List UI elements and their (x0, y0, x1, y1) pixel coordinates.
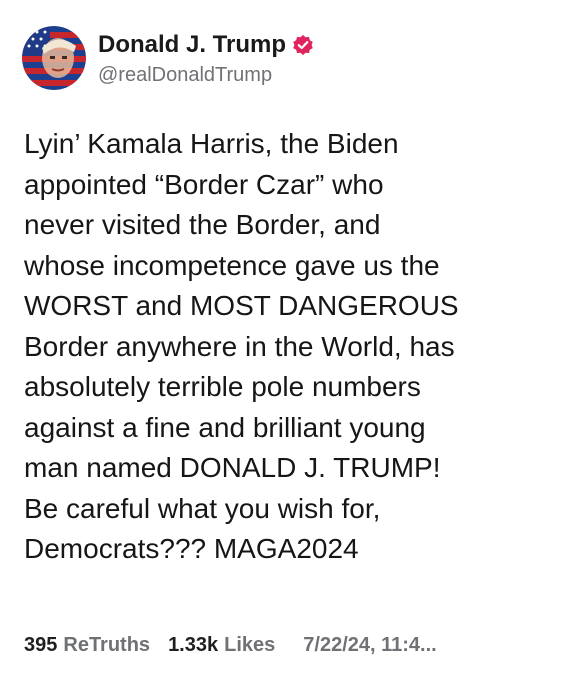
post-line: Border anywhere in the World, has (24, 330, 455, 362)
post-line: WORST and MOST DANGEROUS (24, 290, 459, 321)
name-row: Donald J. Trump (98, 30, 314, 60)
post-line: Democrats??? MAGA2024 (24, 533, 359, 564)
post-line: man named DONALD J. TRUMP! (24, 452, 441, 483)
author-block: Donald J. Trump @realDonaldTrump (98, 30, 314, 87)
display-name[interactable]: Donald J. Trump (98, 31, 286, 59)
likes-count: 1.33k (168, 634, 219, 656)
handle[interactable]: @realDonaldTrump (98, 64, 314, 87)
post-timestamp[interactable]: 7/22/24, 11:4... (303, 634, 436, 657)
post-header: Donald J. Trump @realDonaldTrump (22, 26, 314, 90)
likes-stat[interactable]: 1.33k Likes (168, 634, 275, 657)
post-line: against a fine and brilliant young (24, 411, 426, 443)
likes-label: Likes (224, 634, 276, 656)
post-line: appointed “Border Czar” who (24, 168, 384, 200)
retruths-stat[interactable]: 395 ReTruths (24, 634, 150, 657)
retruths-label: ReTruths (63, 634, 151, 656)
avatar-image (22, 26, 86, 90)
verified-badge-icon (292, 34, 314, 56)
post-line: Lyin’ Kamala Harris, the Biden (24, 128, 399, 159)
post-card: Donald J. Trump @realDonaldTrump Lyin’ K… (0, 0, 562, 680)
post-body: Lyin’ Kamala Harris, the Biden appointed… (24, 124, 544, 570)
retruths-count: 395 (24, 634, 58, 656)
avatar[interactable] (22, 26, 86, 90)
post-line: whose incompetence gave us the (24, 249, 440, 281)
post-line: Be careful what you wish for, (24, 492, 381, 524)
post-stats: 395 ReTruths 1.33k Likes 7/22/24, 11:4..… (24, 634, 544, 657)
post-line: never visited the Border, and (24, 209, 381, 240)
post-line: absolutely terrible pole numbers (24, 371, 421, 402)
